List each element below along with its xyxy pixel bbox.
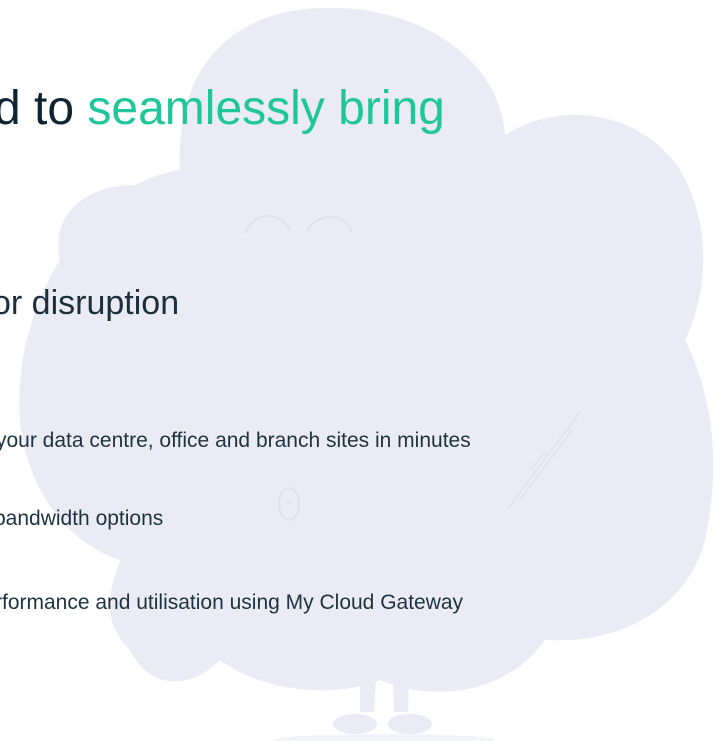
headline-accent-text: seamlessly bring <box>87 82 445 135</box>
cloud-ground-shadow <box>275 734 495 741</box>
feature-item: rformance and utilisation using My Cloud… <box>0 591 464 614</box>
feature-item: bandwidth options <box>0 507 164 530</box>
hero-subheading: or disruption <box>0 284 180 322</box>
hero-headline: d to seamlessly bring <box>0 78 445 140</box>
feature-item: your data centre, office and branch site… <box>0 429 471 452</box>
headline-text: d to <box>0 82 88 135</box>
